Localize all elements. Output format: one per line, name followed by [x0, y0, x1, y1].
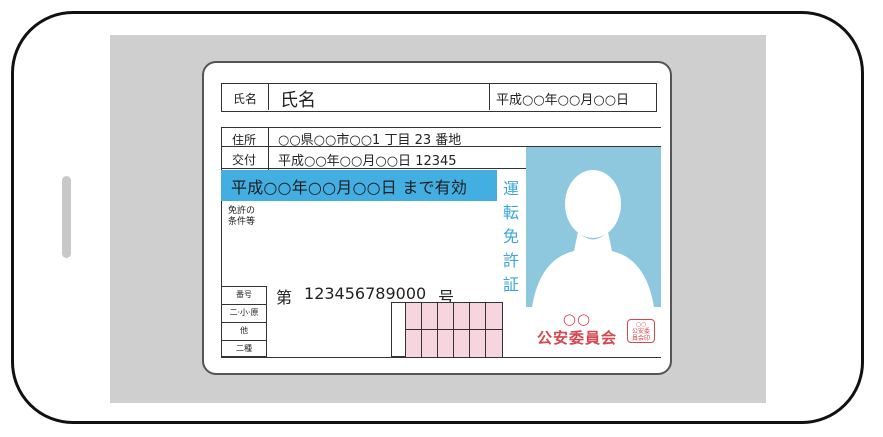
address-label: 住所: [232, 133, 257, 147]
grid-cell: [422, 303, 438, 330]
seal-line: 員会印: [631, 335, 650, 342]
grid-cell: [470, 303, 486, 330]
grid-cell: [406, 330, 422, 357]
grid-cell: [438, 330, 454, 357]
grid-cell: [422, 330, 438, 357]
card-title-char: 運: [502, 179, 519, 198]
grid-cell: [454, 303, 470, 330]
birth-date: 平成○○年○○月○○日: [496, 93, 630, 108]
category-label: 二種: [236, 344, 252, 353]
number-prefix: 第: [276, 288, 293, 307]
category-label: 二·小·原: [222, 305, 266, 323]
grid-cell: [486, 303, 502, 330]
name-label: 氏名: [233, 92, 258, 106]
valid-until-text: 平成○○年○○月○○日 まで有効: [231, 177, 468, 197]
name-value: 氏名: [280, 90, 316, 111]
category-label-box: 番号 二·小·原 他 二種: [221, 286, 267, 357]
category-label: 他: [222, 323, 266, 341]
card-title-char: 証: [502, 275, 519, 294]
portrait-photo: [526, 147, 661, 307]
issue-value: 平成○○年○○月○○日 12345: [278, 154, 457, 169]
grid-cell: [392, 303, 406, 357]
grid-cell: [454, 330, 470, 357]
card-title-char: 転: [502, 203, 519, 222]
public-safety-commission: ○○ 公安委員会: [522, 310, 632, 348]
conditions-label: 免許の 条件等: [228, 206, 255, 228]
issue-label: 交付: [232, 153, 257, 167]
name-row: 氏名 氏名 平成○○年○○月○○日: [221, 83, 657, 112]
grid-cell: [470, 330, 486, 357]
issue-row: 交付 平成○○年○○月○○日 12345: [221, 147, 526, 169]
valid-until-band: 平成○○年○○月○○日 まで有効: [221, 170, 497, 201]
grid-cell: [486, 330, 502, 357]
seal-line: ○○: [635, 321, 647, 328]
conditions-label-line2: 条件等: [228, 217, 256, 227]
driver-license-card: 氏名 氏名 平成○○年○○月○○日 住所 ○○県○○市○○1 丁目 23 番地 …: [202, 61, 672, 375]
commission-name: 公安委員会: [536, 329, 617, 347]
phone-home-button: [62, 176, 71, 258]
seal-line: 公安委: [631, 328, 650, 335]
number-part-1: 1234: [304, 284, 345, 303]
category-label: 番号: [222, 287, 266, 305]
conditions-label-line1: 免許の: [228, 206, 256, 216]
number-part-2: 5678: [344, 284, 386, 303]
grid-cell: [406, 303, 422, 330]
card-title-vertical: 運 転 免 許 証: [500, 177, 522, 297]
commission-circles: ○○: [562, 310, 592, 328]
number-part-3: 9000: [385, 284, 427, 303]
card-title-char: 免: [502, 227, 519, 246]
card-title-char: 許: [502, 251, 519, 270]
address-row: 住所 ○○県○○市○○1 丁目 23 番地: [221, 127, 661, 148]
license-category-grid: [391, 302, 503, 358]
commission-seal-stamp: ○○ 公安委 員会印: [627, 319, 655, 343]
address-value: ○○県○○市○○1 丁目 23 番地: [278, 133, 462, 148]
grid-cell: [438, 303, 454, 330]
person-silhouette-icon: [532, 170, 654, 307]
